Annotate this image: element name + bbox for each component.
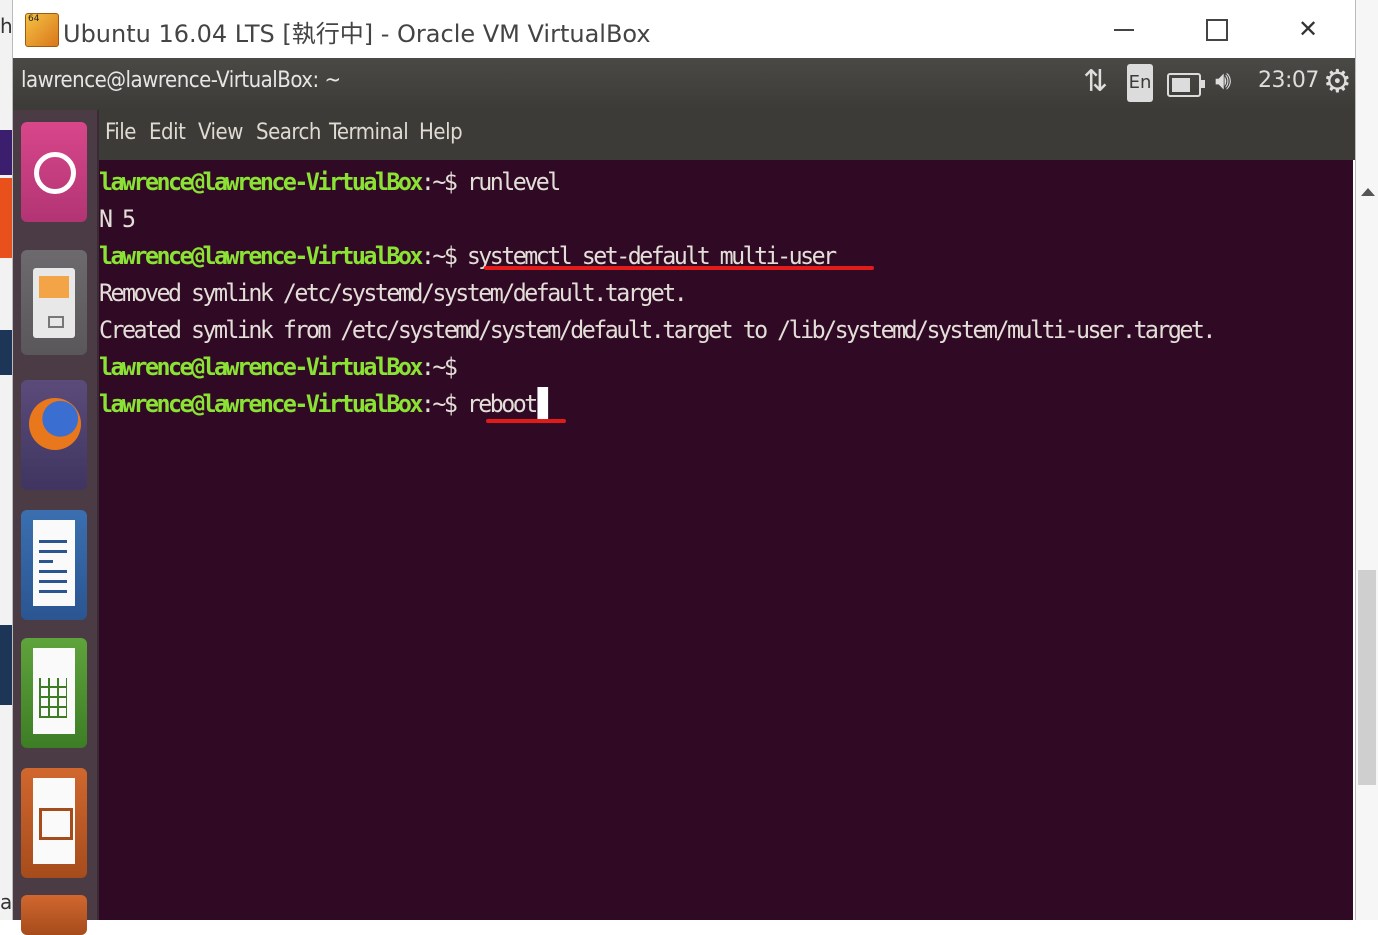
prompt-user-host: lawrence@lawrence-VirtualBox (99, 168, 423, 196)
host-desktop-left: h a (0, 0, 13, 920)
text-cursor (537, 387, 549, 419)
launcher-firefox-button[interactable] (21, 380, 87, 490)
settings-gear-icon[interactable]: ⚙ (1323, 62, 1352, 100)
launcher-dash-button[interactable] (21, 122, 87, 222)
prompt-path: :~$ (420, 242, 458, 270)
host-app-fragment (0, 625, 12, 705)
close-icon: ✕ (1297, 15, 1319, 43)
red-underline-annotation (484, 266, 874, 270)
launcher-calc-button[interactable] (21, 638, 87, 748)
terminal-line: Created symlink from /etc/systemd/system… (99, 313, 1216, 347)
menu-terminal[interactable]: Terminal (329, 120, 409, 145)
prompt-user-host: lawrence@lawrence-VirtualBox (99, 242, 423, 270)
maximize-icon (1206, 19, 1228, 41)
firefox-icon (29, 398, 81, 450)
output-text: Removed symlink /etc/systemd/system/defa… (99, 279, 688, 307)
writer-document-icon (33, 520, 75, 606)
launcher-writer-button[interactable] (21, 510, 87, 620)
host-app-fragment (0, 330, 12, 375)
prompt-path: :~$ (420, 353, 458, 381)
host-app-fragment (0, 130, 12, 175)
launcher-app-button[interactable] (21, 895, 87, 935)
command-text: runlevel (455, 168, 561, 196)
prompt-path: :~$ (420, 390, 458, 418)
minimize-button[interactable] (1101, 10, 1147, 48)
panel-window-title: lawrence@lawrence-VirtualBox: ~ (21, 68, 341, 93)
menu-view[interactable]: View (198, 120, 243, 145)
scroll-up-arrow-icon[interactable] (1361, 188, 1375, 196)
menu-file[interactable]: File (105, 120, 136, 145)
command-text: reboot (455, 390, 538, 418)
volume-icon[interactable]: 🔊︎ (1215, 66, 1231, 97)
prompt-user-host: lawrence@lawrence-VirtualBox (99, 390, 423, 418)
host-scrollbar[interactable] (1354, 0, 1378, 920)
ubuntu-top-panel: lawrence@lawrence-VirtualBox: ~ ⇅ En 🔊︎ … (13, 58, 1355, 110)
maximize-button[interactable] (1193, 10, 1239, 48)
icon-badge: 64 (28, 14, 40, 24)
terminal-line: lawrence@lawrence-VirtualBox:~$ (99, 350, 458, 384)
menu-search[interactable]: Search (256, 120, 321, 145)
launcher-files-button[interactable] (21, 250, 87, 355)
unity-launcher (13, 110, 99, 935)
terminal-menubar: File Edit View Search Terminal Help (99, 110, 1355, 160)
close-button[interactable]: ✕ (1285, 10, 1331, 48)
output-text: N 5 (99, 205, 136, 233)
window-title: Ubuntu 16.04 LTS [執行中] - Oracle VM Virtu… (63, 20, 651, 48)
file-cabinet-icon (33, 268, 75, 338)
terminal-line: lawrence@lawrence-VirtualBox:~$ runlevel (99, 165, 561, 199)
battery-icon[interactable] (1167, 73, 1205, 97)
clock[interactable]: 23:07 (1258, 68, 1319, 93)
keyboard-language-indicator[interactable]: En (1127, 64, 1153, 102)
prompt-user-host: lawrence@lawrence-VirtualBox (99, 353, 423, 381)
terminal-line: Removed symlink /etc/systemd/system/defa… (99, 276, 688, 310)
window-titlebar[interactable]: 64 Ubuntu 16.04 LTS [執行中] - Oracle VM Vi… (13, 0, 1355, 58)
minimize-icon (1114, 29, 1134, 31)
virtualbox-window: 64 Ubuntu 16.04 LTS [執行中] - Oracle VM Vi… (12, 0, 1356, 935)
ubuntu-logo-icon (34, 152, 76, 194)
host-text-fragment: a (0, 890, 13, 914)
network-arrows-icon[interactable]: ⇅ (1083, 64, 1108, 99)
scrollbar-thumb[interactable] (1358, 570, 1376, 785)
terminal-output[interactable]: lawrence@lawrence-VirtualBox:~$ runlevel… (99, 160, 1353, 920)
virtualbox-app-icon: 64 (25, 13, 59, 47)
host-app-fragment (0, 178, 12, 258)
launcher-impress-button[interactable] (21, 768, 87, 878)
red-underline-annotation (486, 419, 566, 423)
calc-spreadsheet-icon (33, 648, 75, 734)
menu-help[interactable]: Help (419, 120, 463, 145)
host-text-fragment: h (0, 14, 13, 38)
impress-presentation-icon (33, 778, 75, 864)
output-text: Created symlink from /etc/systemd/system… (99, 316, 1216, 344)
terminal-line: N 5 (99, 202, 136, 236)
menu-edit[interactable]: Edit (149, 120, 186, 145)
terminal-line: lawrence@lawrence-VirtualBox:~$ reboot (99, 387, 549, 421)
prompt-path: :~$ (420, 168, 458, 196)
